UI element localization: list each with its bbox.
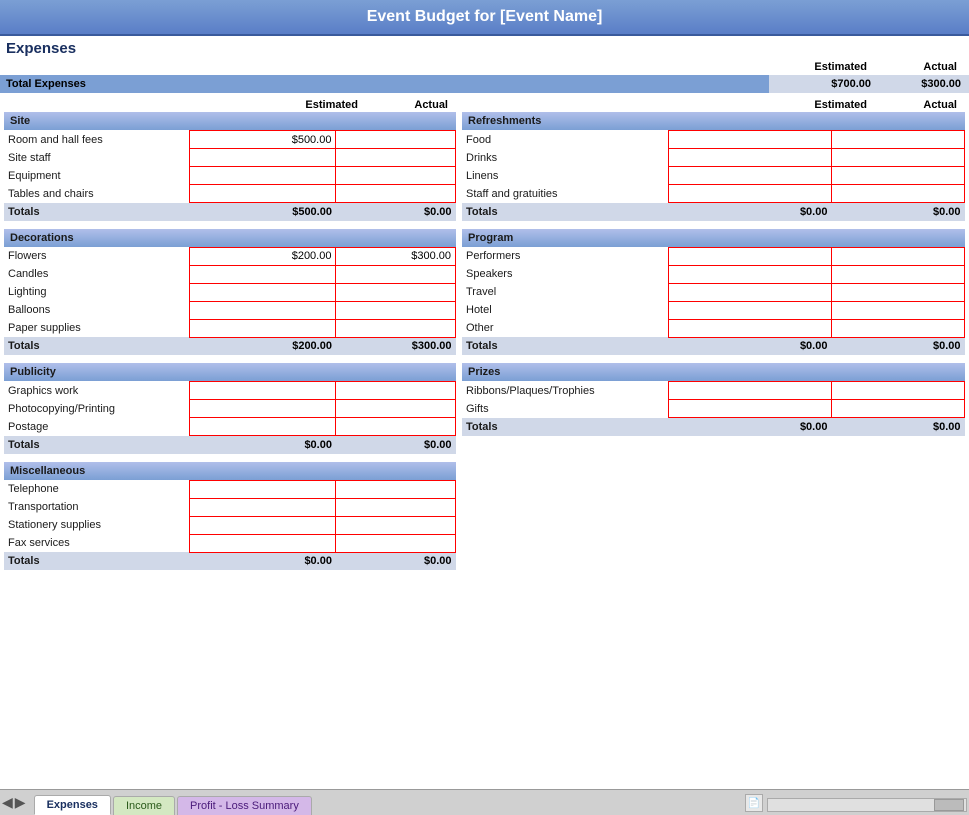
table-row: Linens <box>462 167 965 185</box>
table-row: Drinks <box>462 149 965 167</box>
site-estimated-col-header: Estimated <box>256 99 366 111</box>
publicity-section: Publicity Graphics work Photocopying/Pri… <box>4 363 456 454</box>
table-row: Site staff <box>4 149 456 167</box>
miscellaneous-header: Miscellaneous <box>4 462 456 480</box>
table-row: Telephone <box>4 480 456 498</box>
table-row: Ribbons/Plaques/Trophies <box>462 382 965 400</box>
decorations-table: Flowers $200.00 $300.00 Candles Lighting… <box>4 247 456 356</box>
publicity-header: Publicity <box>4 363 456 381</box>
sheet-nav-icon[interactable]: 📄 <box>745 794 763 812</box>
total-expenses-estimated: $700.00 <box>769 75 879 93</box>
program-table: Performers Speakers Travel Hotel <box>462 247 965 356</box>
site-actual-col-header: Actual <box>366 99 456 111</box>
horizontal-scrollbar[interactable] <box>767 798 967 812</box>
refreshments-section: Estimated Actual Refreshments Food Drink… <box>462 99 965 221</box>
site-table: Room and hall fees $500.00 Site staff Eq… <box>4 130 456 221</box>
program-header: Program <box>462 229 965 247</box>
table-row: Room and hall fees $500.00 <box>4 131 456 149</box>
site-header: Site <box>4 112 456 130</box>
tab-income[interactable]: Income <box>113 796 175 815</box>
nav-next-icon[interactable]: ▶ <box>15 794 26 811</box>
table-row: Performers <box>462 247 965 265</box>
tab-profit-loss[interactable]: Profit - Loss Summary <box>177 796 312 815</box>
table-row: Transportation <box>4 498 456 516</box>
table-row: Paper supplies <box>4 319 456 337</box>
refreshments-table: Food Drinks Linens Staff and gratuities <box>462 130 965 221</box>
table-row: Other <box>462 319 965 337</box>
global-estimated-header: Estimated <box>765 61 875 73</box>
table-row: Gifts <box>462 400 965 418</box>
table-row: Photocopying/Printing <box>4 400 456 418</box>
total-expenses-actual: $300.00 <box>879 75 969 93</box>
table-row: Graphics work <box>4 382 456 400</box>
prizes-table: Ribbons/Plaques/Trophies Gifts Totals $0… <box>462 381 965 436</box>
refreshments-header: Refreshments <box>462 112 965 130</box>
table-row: Candles <box>4 265 456 283</box>
decorations-section: Decorations Flowers $200.00 $300.00 Cand… <box>4 229 456 356</box>
miscellaneous-table: Telephone Transportation Stationery supp… <box>4 480 456 571</box>
decorations-header: Decorations <box>4 229 456 247</box>
table-row: Lighting <box>4 283 456 301</box>
table-row: Balloons <box>4 301 456 319</box>
table-row: Fax services <box>4 534 456 552</box>
site-totals-row: Totals $500.00 $0.00 <box>4 203 456 221</box>
table-row: Stationery supplies <box>4 516 456 534</box>
expenses-section-label: Expenses <box>0 36 969 61</box>
table-row: Flowers $200.00 $300.00 <box>4 247 456 265</box>
prizes-totals-row: Totals $0.00 $0.00 <box>462 418 965 436</box>
table-row: Speakers <box>462 265 965 283</box>
refreshments-totals-row: Totals $0.00 $0.00 <box>462 203 965 221</box>
program-section: Program Performers Speakers Travel <box>462 229 965 356</box>
decorations-totals-row: Totals $200.00 $300.00 <box>4 337 456 355</box>
program-totals-row: Totals $0.00 $0.00 <box>462 337 965 355</box>
prizes-section: Prizes Ribbons/Plaques/Trophies Gifts To… <box>462 363 965 436</box>
nav-prev-icon[interactable]: ◀ <box>2 794 13 811</box>
table-row: Travel <box>462 283 965 301</box>
site-section: Estimated Actual Site Room and hall fees… <box>4 99 456 221</box>
table-row: Staff and gratuities <box>462 185 965 203</box>
page-title: Event Budget for [Event Name] <box>0 0 969 36</box>
total-expenses-label: Total Expenses <box>0 75 769 93</box>
table-row: Tables and chairs <box>4 185 456 203</box>
tab-expenses[interactable]: Expenses <box>34 795 111 815</box>
table-row: Equipment <box>4 167 456 185</box>
refreshments-actual-col-header: Actual <box>875 99 965 111</box>
miscellaneous-totals-row: Totals $0.00 $0.00 <box>4 552 456 570</box>
table-row: Postage <box>4 418 456 436</box>
prizes-header: Prizes <box>462 363 965 381</box>
global-actual-header: Actual <box>875 61 965 73</box>
refreshments-estimated-col-header: Estimated <box>765 99 875 111</box>
publicity-totals-row: Totals $0.00 $0.00 <box>4 436 456 454</box>
table-row: Hotel <box>462 301 965 319</box>
miscellaneous-section: Miscellaneous Telephone Transportation S… <box>4 462 456 571</box>
table-row: Food <box>462 131 965 149</box>
publicity-table: Graphics work Photocopying/Printing Post… <box>4 381 456 454</box>
